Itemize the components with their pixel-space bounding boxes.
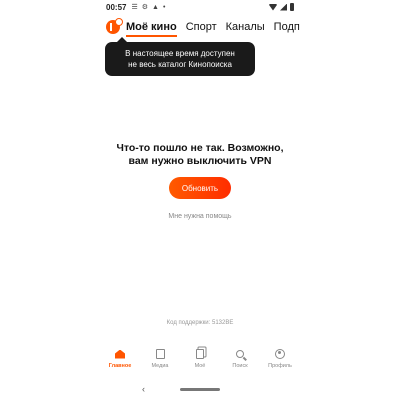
error-line-1: Что-то пошло не так. Возможно, xyxy=(116,142,284,154)
home-gesture-handle[interactable] xyxy=(180,388,220,391)
system-navigation-bar: ‹ xyxy=(100,384,300,394)
nav-home[interactable]: Главное xyxy=(102,348,138,374)
error-line-2: вам нужно выключить VPN xyxy=(128,155,272,167)
nav-profile-label: Профиль xyxy=(268,363,292,369)
status-bar: 00:57 ☰ ⚙ ▲ • xyxy=(100,0,300,14)
android-icon: ▲ xyxy=(152,3,159,11)
nav-media[interactable]: Медиа xyxy=(142,348,178,374)
retry-button[interactable]: Обновить xyxy=(169,177,231,199)
help-link[interactable]: Мне нужна помощь xyxy=(100,213,300,220)
status-time: 00:57 xyxy=(106,2,127,12)
nav-search[interactable]: Поиск xyxy=(222,348,258,374)
nav-home-label: Главное xyxy=(108,363,132,369)
nav-my[interactable]: Моё xyxy=(182,348,218,374)
status-icons xyxy=(269,3,294,11)
signal-icon xyxy=(280,3,287,11)
wifi-icon xyxy=(269,3,277,11)
nav-my-label: Моё xyxy=(194,363,206,369)
right-margin xyxy=(300,0,400,400)
media-icon xyxy=(155,349,165,359)
error-message: Что-то пошло не так. Возможно, вам нужно… xyxy=(100,142,300,168)
kinopoisk-logo-icon[interactable] xyxy=(106,18,123,34)
back-icon[interactable]: ‹ xyxy=(142,384,145,394)
tab-sport[interactable]: Спорт xyxy=(186,21,217,33)
gear-icon: ⚙ xyxy=(141,4,149,11)
dot-icon: • xyxy=(162,3,166,11)
search-icon xyxy=(236,350,244,358)
tab-channels[interactable]: Каналы xyxy=(226,21,265,33)
phone-screen: 00:57 ☰ ⚙ ▲ • Моё кино Спорт Каналы Подп… xyxy=(100,0,300,400)
notification-icon: ☰ xyxy=(131,4,138,11)
nav-profile[interactable]: Профиль xyxy=(262,348,298,374)
tab-subscriptions[interactable]: Подписки xyxy=(274,21,300,33)
tab-my-cinema[interactable]: Моё кино xyxy=(126,21,177,37)
logo-badge-icon xyxy=(115,18,123,26)
catalog-tooltip[interactable]: В настоящее время доступен не весь катал… xyxy=(105,37,255,76)
left-margin xyxy=(0,0,100,400)
support-code: Код поддержки: 5132BE xyxy=(166,320,234,326)
nav-search-label: Поиск xyxy=(232,363,248,369)
bookmark-icon xyxy=(196,349,204,359)
tooltip-line-2: не весь каталог Кинопоиска xyxy=(128,60,232,69)
home-icon xyxy=(115,349,125,359)
battery-icon xyxy=(290,3,294,11)
top-navigation: Моё кино Спорт Каналы Подписки xyxy=(100,16,300,38)
profile-icon xyxy=(275,349,285,359)
bottom-navigation: Главное Медиа Моё Поиск Профиль xyxy=(100,348,300,374)
tooltip-line-1: В настоящее время доступен xyxy=(125,49,235,58)
nav-media-label: Медиа xyxy=(151,363,169,369)
